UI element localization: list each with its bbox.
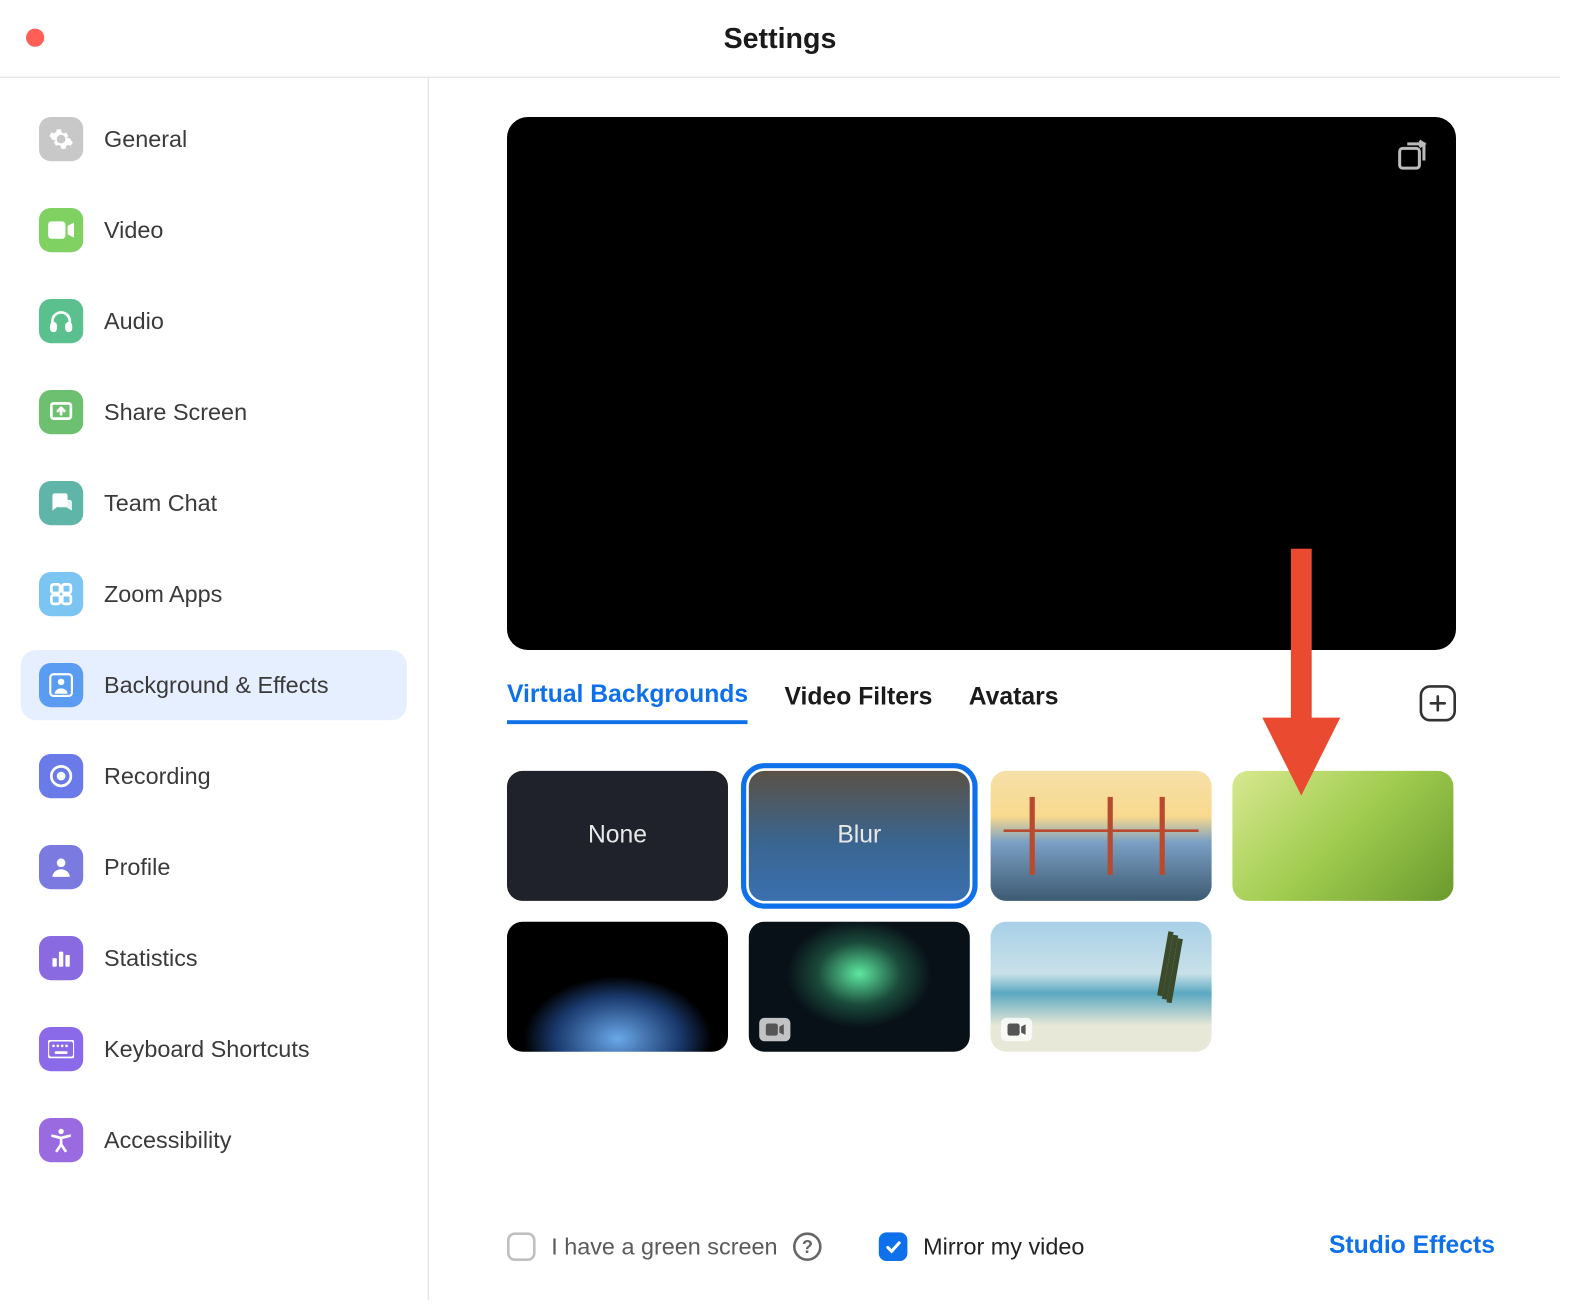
video-badge-icon (1001, 1018, 1032, 1041)
person-frame-icon (39, 663, 83, 707)
add-background-button[interactable] (1420, 684, 1456, 720)
sidebar-item-audio[interactable]: Audio (21, 286, 407, 356)
sidebar-item-keyboard-shortcuts[interactable]: Keyboard Shortcuts (21, 1014, 407, 1084)
sidebar-item-background-effects[interactable]: Background & Effects (21, 650, 407, 720)
sidebar-item-label: Keyboard Shortcuts (104, 1035, 310, 1062)
stats-icon (39, 936, 83, 980)
mirror-video-label: Mirror my video (923, 1233, 1084, 1260)
sidebar-item-accessibility[interactable]: Accessibility (21, 1105, 407, 1175)
background-tile-beach[interactable] (991, 922, 1212, 1052)
video-preview (507, 117, 1456, 650)
background-tile-grass[interactable] (1232, 771, 1453, 901)
apps-icon (39, 572, 83, 616)
gear-icon (39, 117, 83, 161)
settings-sidebar: General Video Audio Share Screen (0, 78, 429, 1300)
accessibility-icon (39, 1118, 83, 1162)
sidebar-item-label: Profile (104, 853, 170, 880)
tab-video-filters[interactable]: Video Filters (785, 683, 933, 722)
chat-icon (39, 481, 83, 525)
background-tile-blur[interactable]: Blur (749, 771, 970, 901)
footer-controls: I have a green screen ? Mirror my video … (507, 1232, 1495, 1274)
sidebar-item-statistics[interactable]: Statistics (21, 923, 407, 993)
sidebar-item-label: Recording (104, 762, 211, 789)
window-body: General Video Audio Share Screen (0, 78, 1560, 1300)
sidebar-item-general[interactable]: General (21, 104, 407, 174)
window-title: Settings (724, 21, 837, 55)
background-tile-earth[interactable] (507, 922, 728, 1052)
main-content: Virtual Backgrounds Video Filters Avatar… (429, 78, 1560, 1300)
sidebar-item-zoom-apps[interactable]: Zoom Apps (21, 559, 407, 629)
sidebar-item-label: Background & Effects (104, 671, 329, 698)
green-screen-checkbox[interactable] (507, 1232, 536, 1261)
tab-virtual-backgrounds[interactable]: Virtual Backgrounds (507, 681, 748, 724)
sidebar-item-share-screen[interactable]: Share Screen (21, 377, 407, 447)
sidebar-item-label: Team Chat (104, 489, 217, 516)
help-icon[interactable]: ? (793, 1232, 822, 1261)
video-icon (39, 208, 83, 252)
sidebar-item-profile[interactable]: Profile (21, 832, 407, 902)
video-badge-icon (759, 1018, 790, 1041)
sidebar-item-recording[interactable]: Recording (21, 741, 407, 811)
effects-tabs: Virtual Backgrounds Video Filters Avatar… (507, 681, 1456, 724)
sidebar-item-video[interactable]: Video (21, 195, 407, 265)
sidebar-item-label: Zoom Apps (104, 580, 222, 607)
close-window-button[interactable] (26, 29, 44, 47)
settings-window: Settings General Video Audio (0, 0, 1560, 1300)
studio-effects-link[interactable]: Studio Effects (1329, 1232, 1495, 1261)
sidebar-item-label: Accessibility (104, 1126, 231, 1153)
tile-label: Blur (837, 822, 881, 851)
mirror-video-checkbox[interactable] (879, 1232, 908, 1261)
tile-label: None (588, 822, 647, 851)
profile-icon (39, 845, 83, 889)
green-screen-label: I have a green screen (551, 1233, 777, 1260)
share-icon (39, 390, 83, 434)
sidebar-item-label: Audio (104, 307, 164, 334)
headphones-icon (39, 299, 83, 343)
sidebar-item-team-chat[interactable]: Team Chat (21, 468, 407, 538)
sidebar-item-label: Video (104, 216, 163, 243)
sidebar-item-label: Share Screen (104, 398, 247, 425)
background-tile-bridge[interactable] (991, 771, 1212, 901)
sidebar-item-label: Statistics (104, 944, 198, 971)
rotate-preview-button[interactable] (1394, 138, 1430, 174)
background-tile-none[interactable]: None (507, 771, 728, 901)
titlebar: Settings (0, 0, 1560, 78)
sidebar-item-label: General (104, 125, 187, 152)
record-icon (39, 754, 83, 798)
background-tile-aurora[interactable] (749, 922, 970, 1052)
backgrounds-grid: None Blur (507, 771, 1508, 1052)
keyboard-icon (39, 1027, 83, 1071)
tab-avatars[interactable]: Avatars (969, 683, 1059, 722)
